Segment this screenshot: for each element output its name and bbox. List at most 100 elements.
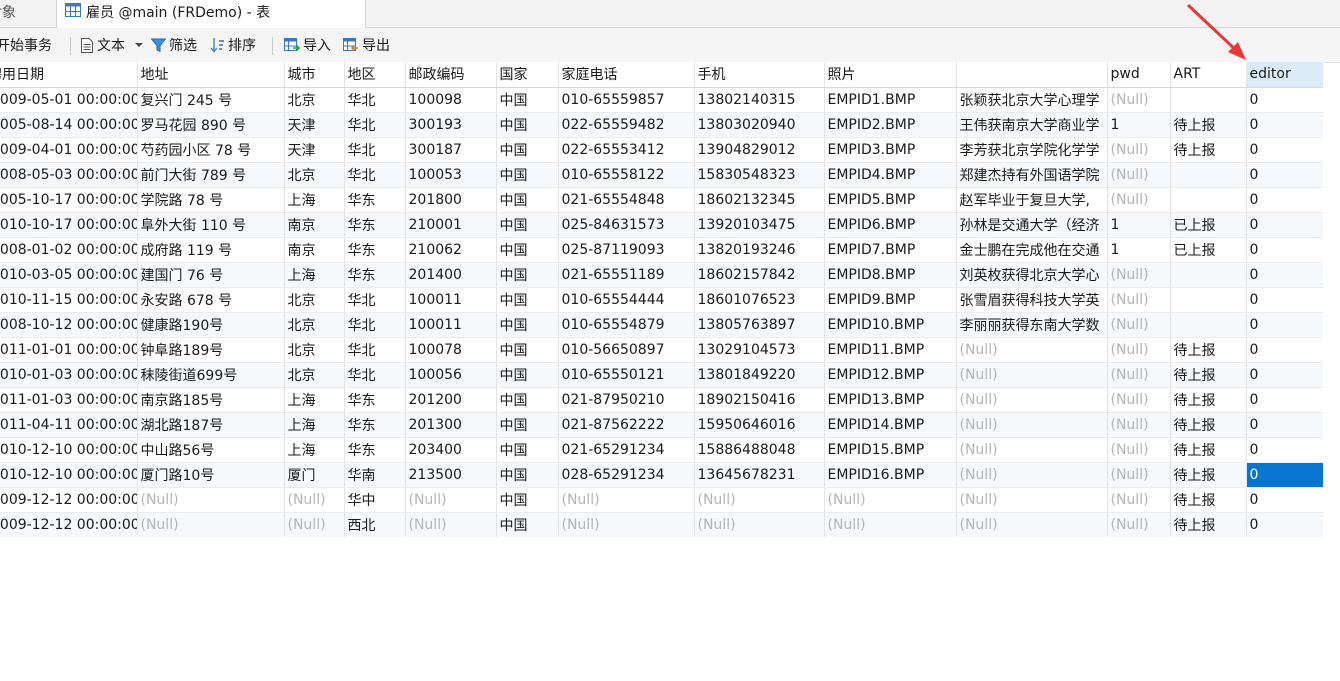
table-cell[interactable]: 010-65550121 — [558, 362, 695, 388]
table-cell[interactable]: 阜外大街 110 号 — [137, 212, 285, 238]
column-header[interactable]: 城市 — [284, 62, 345, 88]
table-row[interactable]: 2009-12-12 00:00:00 (Null) (Null) 西北 (Null) 中… — [0, 512, 1323, 537]
table-cell[interactable]: 待上报 — [1170, 362, 1247, 388]
table-cell[interactable]: 15950646016 — [694, 412, 825, 438]
table-cell[interactable]: (Null) — [694, 487, 825, 513]
table-cell[interactable]: 100011 — [405, 287, 497, 313]
table-cell[interactable]: EMPID14.BMP — [824, 412, 957, 438]
table-cell[interactable]: 华北 — [344, 87, 406, 113]
table-cell[interactable]: 华东 — [344, 262, 406, 288]
column-header[interactable]: 家庭电话 — [558, 62, 695, 88]
table-cell[interactable]: 待上报 — [1170, 462, 1247, 488]
table-row[interactable]: 2010-12-10 00:00:00 中山路56号 上海 华东 203400 中国 021… — [0, 437, 1323, 463]
table-cell[interactable]: 13805763897 — [694, 312, 825, 338]
column-header[interactable]: 地区 — [344, 62, 406, 88]
table-cell[interactable]: 天津 — [284, 112, 345, 138]
table-cell[interactable]: 213500 — [405, 462, 497, 488]
table-cell[interactable]: (Null) — [1107, 387, 1171, 413]
table-cell[interactable]: (Null) — [956, 437, 1108, 463]
table-cell[interactable]: (Null) — [956, 512, 1108, 537]
table-cell[interactable]: 华北 — [344, 337, 406, 363]
table-cell[interactable]: 华南 — [344, 462, 406, 488]
table-cell[interactable]: 021-87950210 — [558, 387, 695, 413]
table-cell[interactable]: 0 — [1246, 262, 1323, 288]
table-row[interactable]: 2008-10-12 00:00:00 健康路190号 北京 华北 100011 中国 01… — [0, 312, 1323, 338]
table-cell[interactable]: 010-65558122 — [558, 162, 695, 188]
table-cell[interactable]: 中国 — [496, 137, 559, 163]
column-header[interactable]: 邮政编码 — [405, 62, 497, 88]
table-row[interactable]: 2009-04-01 00:00:00 芍药园小区 78 号天津 华北 300187 中… — [0, 137, 1323, 163]
table-cell[interactable]: 华东 — [344, 437, 406, 463]
table-cell[interactable]: 025-84631573 — [558, 212, 695, 238]
table-cell[interactable]: 2011-01-01 00:00:00 — [0, 337, 138, 363]
table-row[interactable]: 2009-12-12 00:00:00 (Null) (Null) 华中 (Null) 中… — [0, 487, 1323, 513]
table-cell[interactable]: 021-65554848 — [558, 187, 695, 213]
table-cell[interactable]: 0 — [1246, 362, 1323, 388]
table-cell[interactable]: 待上报 — [1170, 512, 1247, 537]
table-cell[interactable]: (Null) — [694, 512, 825, 537]
table-cell[interactable]: EMPID5.BMP — [824, 187, 957, 213]
table-cell[interactable]: 北京 — [284, 287, 345, 313]
begin-transaction-button[interactable]: 开始事务 — [0, 28, 52, 62]
tab-objects[interactable]: 对象 — [0, 0, 56, 27]
table-cell[interactable]: 010-65559857 — [558, 87, 695, 113]
table-cell[interactable]: 张颖获北京大学心理学 — [956, 87, 1108, 113]
table-cell[interactable]: EMPID12.BMP — [824, 362, 957, 388]
table-cell[interactable]: EMPID7.BMP — [824, 237, 957, 263]
table-cell[interactable]: (Null) — [1107, 512, 1171, 537]
table-cell[interactable]: (Null) — [405, 487, 497, 513]
table-cell[interactable]: 厦门路10号 — [137, 462, 285, 488]
table-cell[interactable]: 学院路 78 号 — [137, 187, 285, 213]
table-cell[interactable]: 13803020940 — [694, 112, 825, 138]
table-cell[interactable]: 北京 — [284, 362, 345, 388]
table-cell[interactable]: 18602157842 — [694, 262, 825, 288]
table-cell[interactable]: 待上报 — [1170, 387, 1247, 413]
table-cell[interactable]: 秣陵街道699号 — [137, 362, 285, 388]
table-cell[interactable]: 中国 — [496, 112, 559, 138]
table-cell[interactable]: (Null) — [558, 487, 695, 513]
table-cell[interactable]: (Null) — [137, 512, 285, 537]
table-cell[interactable]: 上海 — [284, 437, 345, 463]
table-cell[interactable]: 13802140315 — [694, 87, 825, 113]
table-row[interactable]: 2005-10-17 00:00:00 学院路 78 号上海 华东 201800 中国 0… — [0, 187, 1323, 213]
table-cell[interactable]: 300193 — [405, 112, 497, 138]
table-cell[interactable]: 上海 — [284, 262, 345, 288]
table-cell[interactable]: (Null) — [1107, 362, 1171, 388]
table-cell[interactable]: 刘英枚获得北京大学心 — [956, 262, 1108, 288]
table-cell[interactable]: 西北 — [344, 512, 406, 537]
column-header[interactable]: 地址 — [137, 62, 285, 88]
table-cell[interactable]: 待上报 — [1170, 437, 1247, 463]
table-cell[interactable]: 张雪眉获得科技大学英 — [956, 287, 1108, 313]
table-cell[interactable]: 0 — [1246, 437, 1323, 463]
table-cell[interactable]: 中国 — [496, 312, 559, 338]
table-cell[interactable]: 18602132345 — [694, 187, 825, 213]
tab-employee-table[interactable]: 雇员 @main (FRDemo) - 表 — [56, 0, 366, 28]
table-cell[interactable]: 中国 — [496, 162, 559, 188]
table-row[interactable]: 2011-01-03 00:00:00 南京路185号 上海 华东 201200 中国 02… — [0, 387, 1323, 413]
table-cell[interactable]: 华中 — [344, 487, 406, 513]
table-cell[interactable]: 华北 — [344, 362, 406, 388]
column-header[interactable]: 手机 — [694, 62, 825, 88]
table-cell[interactable]: 华北 — [344, 112, 406, 138]
table-row[interactable]: 2008-05-03 00:00:00 前门大街 789 号北京 华北 100053 中… — [0, 162, 1323, 188]
table-cell[interactable]: 复兴门 245 号 — [137, 87, 285, 113]
table-cell[interactable]: 李丽丽获得东南大学数 — [956, 312, 1108, 338]
import-button[interactable]: 导入 — [284, 28, 331, 62]
table-cell[interactable]: EMPID10.BMP — [824, 312, 957, 338]
table-cell[interactable]: 1 — [1107, 212, 1171, 238]
table-cell[interactable]: (Null) — [405, 512, 497, 537]
table-cell[interactable]: 13904829012 — [694, 137, 825, 163]
table-cell[interactable]: 华北 — [344, 137, 406, 163]
table-cell[interactable]: (Null) — [824, 487, 957, 513]
table-cell[interactable]: 华东 — [344, 187, 406, 213]
column-header[interactable]: 照片 — [824, 62, 957, 88]
table-cell[interactable]: 湖北路187号 — [137, 412, 285, 438]
table-cell[interactable] — [1170, 312, 1247, 338]
table-cell[interactable]: 中国 — [496, 412, 559, 438]
table-row[interactable]: 2011-04-11 00:00:00 湖北路187号 上海 华东 201300 中国 02… — [0, 412, 1323, 438]
table-cell[interactable]: EMPID4.BMP — [824, 162, 957, 188]
table-cell[interactable]: 100056 — [405, 362, 497, 388]
table-cell[interactable]: 13920103475 — [694, 212, 825, 238]
table-cell[interactable] — [1170, 187, 1247, 213]
table-cell[interactable]: 南京 — [284, 237, 345, 263]
